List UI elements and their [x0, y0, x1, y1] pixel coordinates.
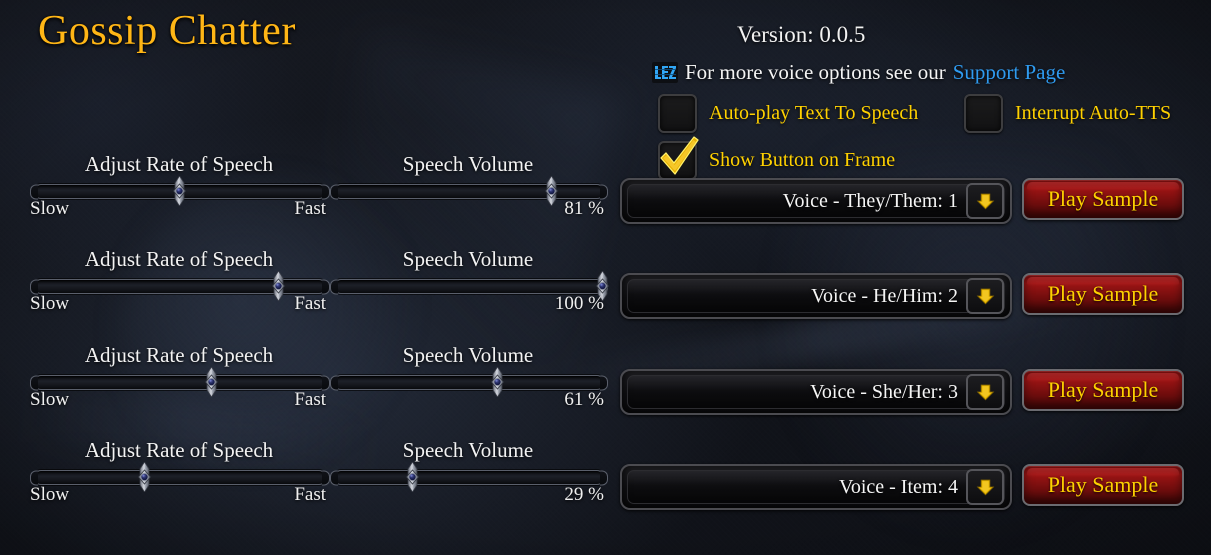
play-sample-label: Play Sample	[1047, 377, 1159, 402]
speech-volume-value: 61 %	[564, 389, 604, 410]
blizzard-icon	[652, 62, 678, 83]
rate-of-speech-label: Adjust Rate of Speech	[84, 247, 274, 271]
rate-of-speech-slider-track[interactable]	[34, 375, 326, 390]
play-sample-label: Play Sample	[1047, 281, 1159, 306]
rate-slider-min-label: Slow	[30, 198, 70, 219]
play-sample-button[interactable]: Play Sample	[1022, 178, 1184, 220]
voice-settings-row: Adjust Rate of Speech Slow Fast Speech V…	[0, 247, 1211, 342]
support-text: For more voice options see our	[685, 60, 946, 84]
voice-dropdown-label: Voice - They/Them: 1	[782, 189, 958, 212]
play-sample-button[interactable]: Play Sample	[1022, 464, 1184, 506]
slider-thumb-icon[interactable]	[488, 366, 507, 398]
speech-volume-value: 29 %	[564, 484, 604, 505]
rate-slider-min-label: Slow	[30, 293, 70, 314]
checkbox-auto-play-tts[interactable]: Auto-play Text To Speech	[658, 94, 918, 133]
checkbox-auto-play-tts-label: Auto-play Text To Speech	[709, 102, 919, 124]
voice-dropdown-label: Voice - She/Her: 3	[810, 380, 958, 403]
play-sample-button[interactable]: Play Sample	[1022, 369, 1184, 411]
speech-volume-value: 100 %	[554, 293, 604, 314]
slider-thumb-icon[interactable]	[269, 270, 288, 302]
rate-slider-max-label: Fast	[294, 484, 326, 505]
rate-of-speech-label: Adjust Rate of Speech	[84, 343, 274, 367]
checkbox-box[interactable]	[964, 94, 1003, 133]
voice-settings-row: Adjust Rate of Speech Slow Fast Speech V…	[0, 343, 1211, 438]
voice-settings-row: Adjust Rate of Speech Slow Fast Speech V…	[0, 152, 1211, 247]
chevron-down-icon	[976, 479, 994, 496]
rate-of-speech-slider-thumb[interactable]	[269, 270, 288, 302]
rate-of-speech-slider-track[interactable]	[34, 470, 326, 485]
play-sample-label: Play Sample	[1047, 186, 1159, 211]
support-line: For more voice options see our Support P…	[652, 60, 1065, 85]
chevron-down-icon	[976, 193, 994, 210]
speech-volume-label: Speech Volume	[402, 343, 534, 367]
rate-slider-min-label: Slow	[30, 389, 70, 410]
voice-dropdown[interactable]: Voice - She/Her: 3	[620, 369, 1012, 415]
checkbox-interrupt-auto-tts-label: Interrupt Auto-TTS	[1015, 102, 1172, 124]
speech-volume-slider-thumb[interactable]	[403, 461, 422, 493]
slider-thumb-icon[interactable]	[135, 461, 154, 493]
voice-dropdown-arrow-button[interactable]	[966, 374, 1004, 410]
rate-of-speech-label: Adjust Rate of Speech	[84, 438, 274, 462]
rate-of-speech-slider-thumb[interactable]	[202, 366, 221, 398]
voice-dropdown-label: Voice - He/Him: 2	[811, 284, 958, 307]
checkbox-interrupt-auto-tts[interactable]: Interrupt Auto-TTS	[964, 94, 1171, 133]
play-sample-button[interactable]: Play Sample	[1022, 273, 1184, 315]
slider-thumb-icon[interactable]	[403, 461, 422, 493]
rate-of-speech-label: Adjust Rate of Speech	[84, 152, 274, 176]
slider-thumb-icon[interactable]	[202, 366, 221, 398]
speech-volume-slider-track[interactable]	[334, 184, 604, 199]
speech-volume-value: 81 %	[564, 198, 604, 219]
rate-slider-max-label: Fast	[294, 293, 326, 314]
speech-volume-slider-thumb[interactable]	[488, 366, 507, 398]
support-page-link[interactable]: Support Page	[953, 60, 1066, 85]
slider-thumb-icon[interactable]	[542, 175, 561, 207]
play-sample-label: Play Sample	[1047, 472, 1159, 497]
slider-thumb-icon[interactable]	[170, 175, 189, 207]
voice-dropdown-arrow-button[interactable]	[966, 469, 1004, 505]
speech-volume-slider-track[interactable]	[334, 279, 604, 294]
chevron-down-icon	[976, 384, 994, 401]
voice-dropdown[interactable]: Voice - He/Him: 2	[620, 273, 1012, 319]
rate-slider-max-label: Fast	[294, 389, 326, 410]
rate-slider-min-label: Slow	[30, 484, 70, 505]
voice-dropdown-label: Voice - Item: 4	[838, 475, 958, 498]
rate-of-speech-slider-thumb[interactable]	[135, 461, 154, 493]
speech-volume-slider-track[interactable]	[334, 470, 604, 485]
speech-volume-slider-track[interactable]	[334, 375, 604, 390]
chevron-down-icon	[976, 288, 994, 305]
checkbox-box[interactable]	[658, 94, 697, 133]
speech-volume-slider-thumb[interactable]	[542, 175, 561, 207]
speech-volume-label: Speech Volume	[402, 247, 534, 271]
speech-volume-label: Speech Volume	[402, 438, 534, 462]
version-label: Version: 0.0.5	[737, 22, 866, 47]
voice-dropdown-arrow-button[interactable]	[966, 278, 1004, 314]
rate-of-speech-slider-thumb[interactable]	[170, 175, 189, 207]
voice-dropdown-arrow-button[interactable]	[966, 183, 1004, 219]
voice-dropdown[interactable]: Voice - They/Them: 1	[620, 178, 1012, 224]
page-title: Gossip Chatter	[38, 8, 296, 54]
speech-volume-label: Speech Volume	[402, 152, 534, 176]
rate-slider-max-label: Fast	[294, 198, 326, 219]
voice-settings-row: Adjust Rate of Speech Slow Fast Speech V…	[0, 438, 1211, 533]
voice-dropdown[interactable]: Voice - Item: 4	[620, 464, 1012, 510]
